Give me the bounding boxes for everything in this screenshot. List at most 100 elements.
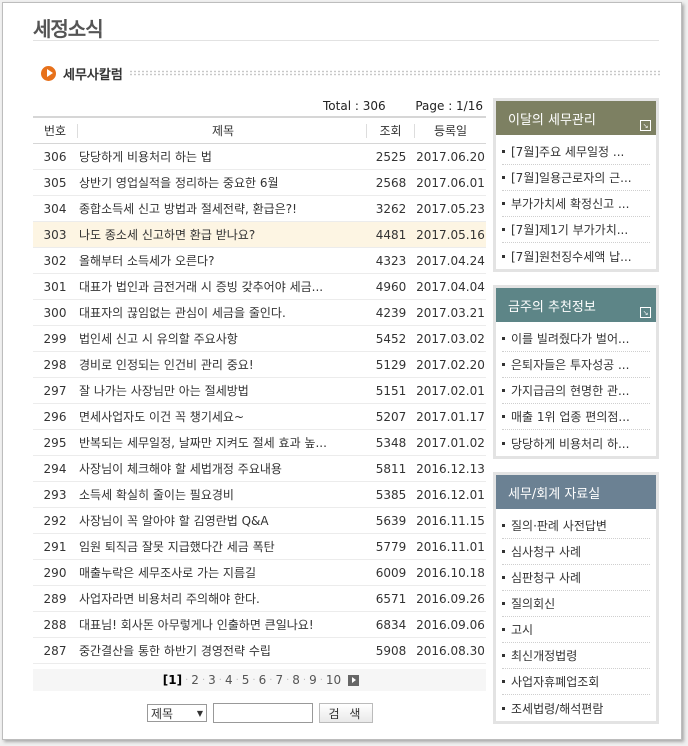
list-item[interactable]: 심사청구 사례 bbox=[502, 539, 650, 565]
table-row[interactable]: 292 사장님이 꼭 알아야 할 김영란법 Q&A 5639 2016.11.15 bbox=[33, 508, 486, 534]
row-date: 2016.09.06 bbox=[416, 617, 485, 632]
row-title-link[interactable]: 면세사업자도 이건 꼭 챙기세요~ bbox=[77, 408, 367, 425]
list-item[interactable]: 질의회신 bbox=[502, 591, 650, 617]
table-row[interactable]: 302 올해부터 소득세가 오른다? 4323 2017.04.24 bbox=[33, 248, 486, 274]
table-row[interactable]: 297 잘 나가는 사장님만 아는 절세방법 5151 2017.02.01 bbox=[33, 378, 486, 404]
page-link-1[interactable]: [1] bbox=[160, 673, 185, 687]
table-row[interactable]: 298 경비로 인정되는 인건비 관리 중요! 5129 2017.02.20 bbox=[33, 352, 486, 378]
table-row[interactable]: 289 사업자라면 비용처리 주의해야 한다. 6571 2016.09.26 bbox=[33, 586, 486, 612]
row-date: 2016.12.13 bbox=[416, 461, 485, 476]
row-title-link[interactable]: 사장님이 꼭 알아야 할 김영란법 Q&A bbox=[77, 512, 367, 529]
list-item[interactable]: 심판청구 사례 bbox=[502, 565, 650, 591]
table-row[interactable]: 303 나도 종소세 신고하면 환급 받나요? 4481 2017.05.16 bbox=[33, 222, 486, 248]
table-row[interactable]: 293 소득세 확실히 줄이는 필요경비 5385 2016.12.01 bbox=[33, 482, 486, 508]
table-row[interactable]: 300 대표자의 끊임없는 관심이 세금을 줄인다. 4239 2017.03.21 bbox=[33, 300, 486, 326]
row-title-link[interactable]: 매출누락은 세무조사로 가는 지름길 bbox=[77, 564, 367, 581]
row-title-link[interactable]: 사업자라면 비용처리 주의해야 한다. bbox=[77, 590, 367, 607]
list-item-label: 이를 빌려줬다가 벌어... bbox=[511, 332, 630, 346]
header-views: 조회 bbox=[367, 123, 415, 138]
row-title-link[interactable]: 당당하게 비용처리 하는 법 bbox=[77, 148, 367, 165]
list-item[interactable]: [7월]일용근로자의 근... bbox=[502, 165, 650, 191]
list-item[interactable]: 사업자휴폐업조회 bbox=[502, 669, 650, 695]
list-item-label: 가지급금의 현명한 관... bbox=[511, 384, 630, 398]
row-number: 297 bbox=[43, 383, 67, 398]
table-row[interactable]: 288 대표님! 회사돈 아무렇게나 인출하면 큰일나요! 6834 2016.09.… bbox=[33, 612, 486, 638]
list-item[interactable]: 질의·판례 사전답변 bbox=[502, 513, 650, 539]
list-item-label: 심판청구 사례 bbox=[511, 571, 582, 585]
list-item-label: 최신개정법령 bbox=[511, 649, 578, 663]
page-link-10[interactable]: 10 bbox=[323, 673, 344, 687]
list-item-label: [7월]제1기 부가가치... bbox=[511, 223, 629, 237]
bullet-icon bbox=[502, 550, 505, 553]
list-item[interactable]: 부가가치세 확정신고 ... bbox=[502, 191, 650, 217]
list-item[interactable]: 조세법령/해석편람 bbox=[502, 695, 650, 721]
table-row[interactable]: 287 중간결산을 통한 하반기 경영전략 수립 5908 2016.08.30 bbox=[33, 638, 486, 664]
row-views: 4323 bbox=[375, 253, 407, 268]
row-title-link[interactable]: 대표자의 끊임없는 관심이 세금을 줄인다. bbox=[77, 304, 367, 321]
row-views: 5811 bbox=[375, 461, 407, 476]
page-link-5[interactable]: 5 bbox=[239, 673, 253, 687]
table-row[interactable]: 291 임원 퇴직금 잘못 지급했다간 세금 폭탄 5779 2016.11.01 bbox=[33, 534, 486, 560]
table-row[interactable]: 290 매출누락은 세무조사로 가는 지름길 6009 2016.10.18 bbox=[33, 560, 486, 586]
row-number: 291 bbox=[43, 539, 67, 554]
page-link-2[interactable]: 2 bbox=[188, 673, 202, 687]
table-row[interactable]: 295 반복되는 세무일정, 날짜만 지켜도 절세 효과 높... 5348 2017… bbox=[33, 430, 486, 456]
page-link-4[interactable]: 4 bbox=[222, 673, 236, 687]
list-item[interactable]: 고시 bbox=[502, 617, 650, 643]
list-item[interactable]: 당당하게 비용처리 하... bbox=[502, 430, 650, 456]
table-row[interactable]: 299 법인세 신고 시 유의할 주요사항 5452 2017.03.02 bbox=[33, 326, 486, 352]
list-item[interactable]: 가지급금의 현명한 관... bbox=[502, 378, 650, 404]
row-title-link[interactable]: 법인세 신고 시 유의할 주요사항 bbox=[77, 330, 367, 347]
table-row[interactable]: 304 종합소득세 신고 방법과 절세전략, 환급은?! 3262 2017.05.2… bbox=[33, 196, 486, 222]
list-item-label: 고시 bbox=[511, 623, 534, 637]
page-link-3[interactable]: 3 bbox=[205, 673, 219, 687]
row-views: 5779 bbox=[375, 539, 407, 554]
page-link-7[interactable]: 7 bbox=[272, 673, 286, 687]
row-views: 5151 bbox=[375, 383, 407, 398]
row-title-link[interactable]: 임원 퇴직금 잘못 지급했다간 세금 폭탄 bbox=[77, 538, 367, 555]
list-item[interactable]: [7월]제1기 부가가치... bbox=[502, 217, 650, 243]
pagination: [1] · 2 · 3 · 4 · 5 · 6 · 7 · 8 · 9 · 10 bbox=[33, 669, 486, 691]
search-input[interactable] bbox=[213, 703, 313, 723]
row-title-link[interactable]: 경비로 인정되는 인건비 관리 중요! bbox=[77, 356, 367, 373]
row-title-link[interactable]: 반복되는 세무일정, 날짜만 지켜도 절세 효과 높... bbox=[77, 434, 367, 451]
row-title-link[interactable]: 종합소득세 신고 방법과 절세전략, 환급은?! bbox=[77, 200, 367, 217]
row-title-link[interactable]: 대표가 법인과 금전거래 시 증빙 갖추어야 세금... bbox=[77, 278, 367, 295]
list-item[interactable]: 이를 빌려줬다가 벌어... bbox=[502, 326, 650, 352]
page-title: 세정소식 bbox=[33, 17, 104, 41]
list-item-label: 조세법령/해석편람 bbox=[511, 701, 604, 716]
table-row[interactable]: 294 사장님이 체크해야 할 세법개정 주요내용 5811 2016.12.13 bbox=[33, 456, 486, 482]
table-row[interactable]: 296 면세사업자도 이건 꼭 챙기세요~ 5207 2017.01.17 bbox=[33, 404, 486, 430]
bullet-icon bbox=[502, 602, 505, 605]
row-views: 2525 bbox=[375, 149, 407, 164]
title-divider bbox=[33, 40, 659, 41]
dropdown-arrow-icon: ▼ bbox=[196, 708, 203, 718]
list-item[interactable]: 은퇴자들은 투자성공 ... bbox=[502, 352, 650, 378]
row-title-link[interactable]: 소득세 확실히 줄이는 필요경비 bbox=[77, 486, 367, 503]
list-item[interactable]: 최신개정법령 bbox=[502, 643, 650, 669]
table-row[interactable]: 306 당당하게 비용처리 하는 법 2525 2017.06.20 bbox=[33, 144, 486, 170]
list-item[interactable]: [7월]주요 세무일정 ... bbox=[502, 139, 650, 165]
list-item[interactable]: 매출 1위 업종 편의점... bbox=[502, 404, 650, 430]
page-link-6[interactable]: 6 bbox=[256, 673, 270, 687]
more-icon[interactable]: ↘ bbox=[640, 307, 651, 318]
table-row[interactable]: 301 대표가 법인과 금전거래 시 증빙 갖추어야 세금... 4960 2017.… bbox=[33, 274, 486, 300]
search-button[interactable]: 검 색 bbox=[319, 703, 373, 723]
row-title-link[interactable]: 사장님이 체크해야 할 세법개정 주요내용 bbox=[77, 460, 367, 477]
row-title-link[interactable]: 상반기 영업실적을 정리하는 중요한 6월 bbox=[77, 174, 367, 191]
row-title-link[interactable]: 대표님! 회사돈 아무렇게나 인출하면 큰일나요! bbox=[77, 616, 367, 633]
bullet-icon bbox=[502, 441, 505, 445]
more-icon[interactable]: ↘ bbox=[640, 120, 651, 131]
list-item[interactable]: [7월]원천징수세액 납... bbox=[502, 243, 650, 269]
page-link-8[interactable]: 8 bbox=[289, 673, 303, 687]
page-link-9[interactable]: 9 bbox=[306, 673, 320, 687]
search-field-select[interactable]: 제목 ▼ bbox=[147, 704, 207, 722]
row-title-link[interactable]: 중간결산을 통한 하반기 경영전략 수립 bbox=[77, 642, 367, 659]
row-date: 2017.02.20 bbox=[416, 357, 485, 372]
row-title-link[interactable]: 잘 나가는 사장님만 아는 절세방법 bbox=[77, 382, 367, 399]
table-row[interactable]: 305 상반기 영업실적을 정리하는 중요한 6월 2568 2017.06.01 bbox=[33, 170, 486, 196]
row-title-link[interactable]: 올해부터 소득세가 오른다? bbox=[77, 252, 367, 269]
next-page-icon[interactable] bbox=[348, 674, 360, 686]
search-bar: 제목 ▼ 검 색 bbox=[147, 703, 373, 723]
row-title-link[interactable]: 나도 종소세 신고하면 환급 받나요? bbox=[77, 226, 367, 243]
